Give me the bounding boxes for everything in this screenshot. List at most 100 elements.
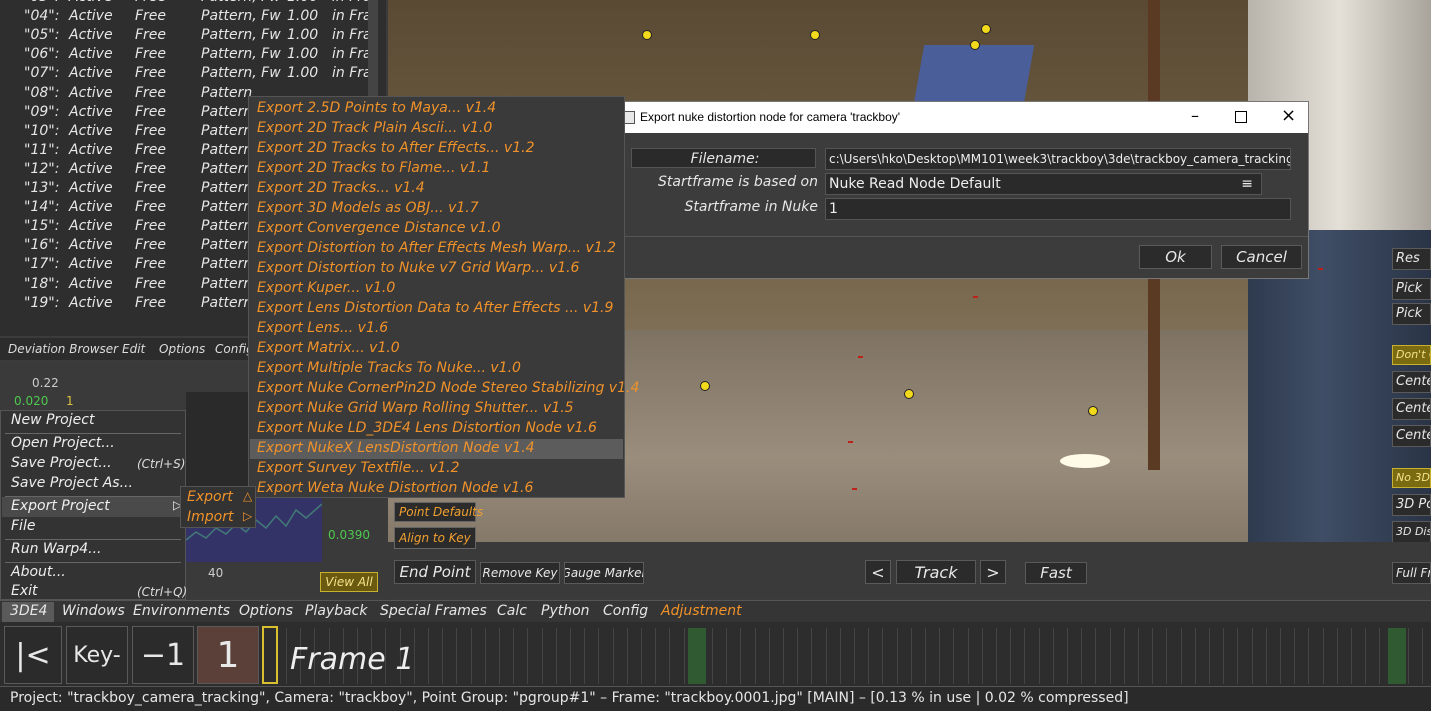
point-weight: 1.00	[287, 8, 319, 25]
export-menu-item[interactable]: Export 2.5D Points to Maya... v1.4	[257, 98, 496, 118]
point-row[interactable]: "05": Active Free Pattern, Fw 1.00 in Fra	[0, 26, 380, 45]
main-menu-adjustment[interactable]: Adjustment	[661, 603, 742, 619]
keyframe-block[interactable]	[688, 628, 706, 684]
menu-export-project[interactable]: Export Project	[11, 498, 110, 514]
main-menu-windows[interactable]: Windows	[62, 603, 125, 619]
center-button-1[interactable]: Cente	[1392, 371, 1431, 393]
point-row[interactable]: "07": Active Free Pattern, Fw 1.00 in Fra	[0, 64, 380, 83]
point-defaults-button[interactable]: Point Defaults	[394, 502, 483, 522]
export-menu-item[interactable]: Export Multiple Tracks To Nuke... v1.0	[257, 358, 521, 378]
main-menu-3de4[interactable]: 3DE4	[10, 603, 47, 619]
menu-run-warp4[interactable]: Run Warp4...	[11, 541, 101, 557]
frame-cursor[interactable]	[262, 626, 278, 684]
menu-file[interactable]: File	[11, 518, 35, 534]
point-row[interactable]: "06": Active Free Pattern, Fw 1.00 in Fra	[0, 45, 380, 64]
export-menu-item[interactable]: Export 2D Tracks to After Effects... v1.…	[257, 138, 534, 158]
pick-button-2[interactable]: Pick	[1392, 303, 1431, 325]
export-menu-item[interactable]: Export Survey Textfile... v1.2	[257, 458, 460, 478]
gauge-marker-button[interactable]: Gauge Marker	[564, 562, 644, 584]
full-frame-button[interactable]: Full Fr	[1392, 562, 1431, 584]
menu-open-project[interactable]: Open Project...	[11, 435, 115, 451]
export-menu-item[interactable]: Export Weta Nuke Distortion Node v1.6	[257, 478, 533, 498]
point-type: Pattern, Fw	[201, 0, 281, 7]
export-menu-item[interactable]: Export Kuper... v1.0	[257, 278, 395, 298]
export-menu-item[interactable]: Export 2D Track Plain Ascii... v1.0	[257, 118, 492, 138]
cancel-button[interactable]: Cancel	[1221, 245, 1302, 269]
center-button-3[interactable]: Cente	[1392, 425, 1431, 447]
track-marker[interactable]	[642, 30, 652, 40]
track-marker[interactable]	[700, 381, 710, 391]
export-menu-item[interactable]: Export Nuke CornerPin2D Node Stereo Stab…	[257, 378, 639, 398]
timeline[interactable]: |< Key- −1 1 Frame 1	[0, 622, 1431, 686]
export-menu-item[interactable]: Export 2D Tracks to Flame... v1.1	[257, 158, 490, 178]
menu-exit[interactable]: Exit	[11, 583, 38, 599]
startframe-based-select[interactable]: Nuke Read Node Default ≡	[825, 173, 1262, 195]
track-marker[interactable]	[981, 24, 991, 34]
menu-save-project[interactable]: Save Project...	[11, 455, 112, 471]
minimize-icon[interactable]: –	[1191, 106, 1199, 125]
reset-button[interactable]: Res	[1392, 248, 1431, 270]
point-row[interactable]: "04": Active Free Pattern, Fw 1.00 in Fra	[0, 7, 380, 26]
export-menu-item[interactable]: Export Nuke LD_3DE4 Lens Distortion Node…	[257, 418, 597, 438]
menu-edit[interactable]: Edit	[122, 342, 145, 356]
ok-button[interactable]: Ok	[1139, 245, 1212, 269]
main-menu-environments[interactable]: Environments	[133, 603, 230, 619]
pick-button-1[interactable]: Pick	[1392, 278, 1431, 300]
point-type: Pattern	[201, 199, 253, 216]
keyframe-block[interactable]	[1388, 628, 1406, 684]
export-menu-item[interactable]: Export 3D Models as OBJ... v1.7	[257, 198, 479, 218]
current-frame-button[interactable]: 1	[197, 626, 259, 684]
submenu-export[interactable]: Export	[187, 489, 233, 505]
main-menu-playback[interactable]: Playback	[305, 603, 367, 619]
export-menu-item[interactable]: Export Matrix... v1.0	[257, 338, 400, 358]
export-menu-item[interactable]: Export Lens... v1.6	[257, 318, 388, 338]
3d-distortion-button[interactable]: 3D Dist	[1392, 521, 1431, 543]
end-point-button[interactable]: End Point	[394, 560, 476, 584]
close-icon[interactable]: ×	[1281, 105, 1296, 126]
no-3d-button[interactable]: No 3D F	[1392, 468, 1431, 488]
main-menu-calc[interactable]: Calc	[497, 603, 527, 619]
submenu-import[interactable]: Import	[187, 509, 233, 525]
main-menu-config[interactable]: Config	[603, 603, 648, 619]
timeline-tick	[570, 628, 571, 684]
track-marker[interactable]	[970, 40, 980, 50]
menu-new-project[interactable]: New Project	[11, 412, 94, 428]
maximize-icon[interactable]	[1235, 111, 1247, 123]
filename-field[interactable]: c:\Users\hko\Desktop\MM101\week3\trackbo…	[825, 148, 1291, 170]
align-to-key-button[interactable]: Align to Key	[394, 527, 476, 549]
timeline-tick	[485, 628, 486, 684]
timeline-tick	[456, 628, 457, 684]
3d-points-button[interactable]: 3D Po	[1392, 494, 1431, 516]
menu-deviation-browser[interactable]: Deviation Browser	[8, 342, 118, 356]
export-menu-item[interactable]: Export 2D Tracks... v1.4	[257, 178, 425, 198]
fast-button[interactable]: Fast	[1025, 562, 1087, 584]
main-menu-options[interactable]: Options	[239, 603, 293, 619]
startframe-field[interactable]: 1	[825, 198, 1291, 220]
track-forward-button[interactable]: >	[980, 560, 1006, 584]
menu-about[interactable]: About...	[11, 564, 66, 580]
track-backward-button[interactable]: <	[865, 560, 891, 584]
export-menu-item[interactable]: Export NukeX LensDistortion Node v1.4	[257, 438, 535, 458]
menu-options[interactable]: Options	[159, 342, 205, 356]
track-marker[interactable]	[810, 30, 820, 40]
remove-key-button[interactable]: Remove Key	[480, 562, 560, 584]
export-menu-item[interactable]: Export Lens Distortion Data to After Eff…	[257, 298, 613, 318]
export-menu-item[interactable]: Export Distortion to Nuke v7 Grid Warp..…	[257, 258, 579, 278]
track-marker[interactable]	[904, 389, 914, 399]
track-button[interactable]: Track	[896, 560, 976, 584]
main-menu-special-frames[interactable]: Special Frames	[380, 603, 487, 619]
main-menu-python[interactable]: Python	[541, 603, 590, 619]
export-menu-item[interactable]: Export Distortion to After Effects Mesh …	[257, 238, 616, 258]
menu-save-project-as[interactable]: Save Project As...	[11, 475, 133, 491]
dont-button[interactable]: Don't C	[1392, 345, 1431, 365]
go-first-button[interactable]: |<	[4, 626, 62, 684]
key-prev-button[interactable]: Key-	[66, 626, 128, 684]
view-all-button[interactable]: View All	[320, 572, 378, 592]
point-row[interactable]: "03": Active Free Pattern, Fw 1.00 in Fra	[0, 0, 380, 7]
export-menu-item[interactable]: Export Nuke Grid Warp Rolling Shutter...…	[257, 398, 574, 418]
track-marker[interactable]	[1088, 406, 1098, 416]
center-button-2[interactable]: Cente	[1392, 398, 1431, 420]
frame-minus-button[interactable]: −1	[132, 626, 194, 684]
timeline-tick	[1323, 628, 1324, 684]
export-menu-item[interactable]: Export Convergence Distance v1.0	[257, 218, 501, 238]
